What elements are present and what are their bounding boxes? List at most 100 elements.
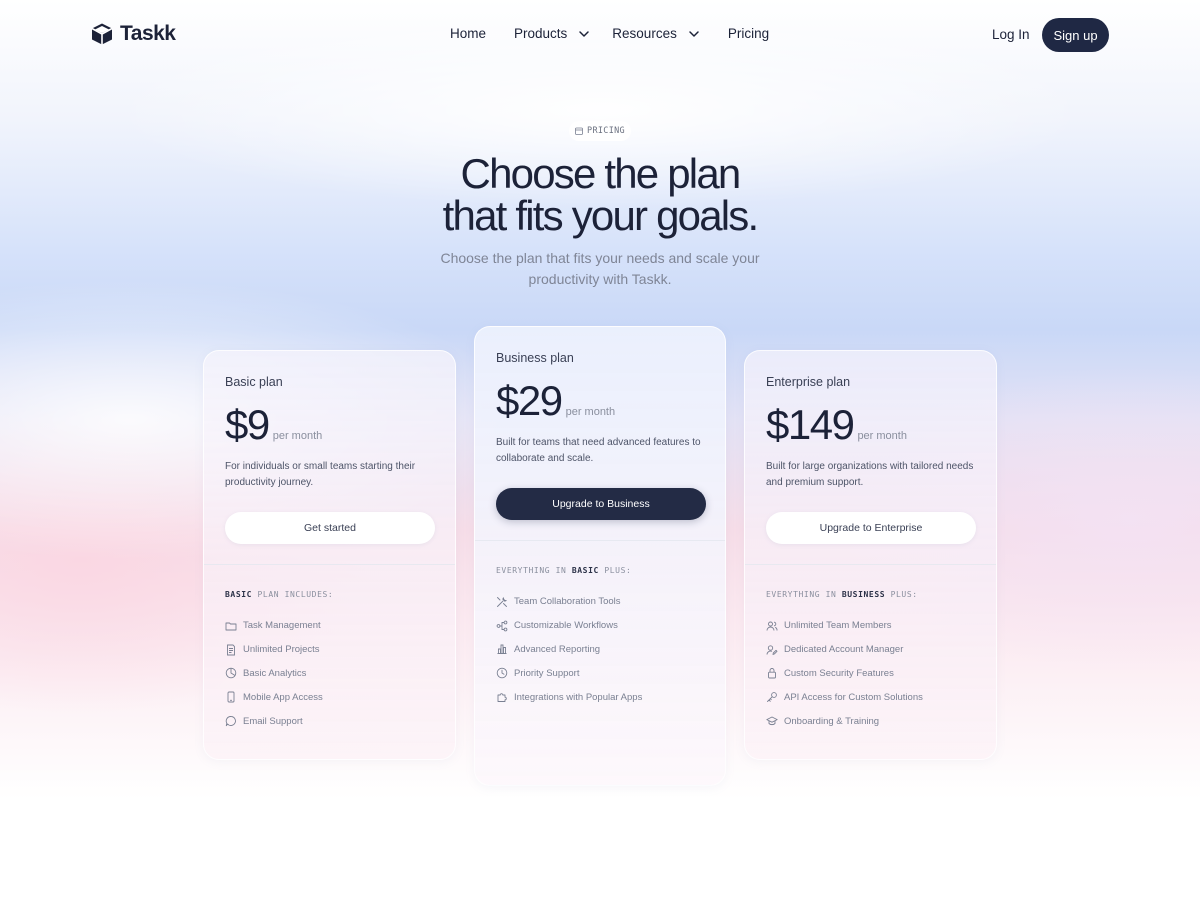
feature-label: Custom Security Features — [784, 667, 894, 679]
includes-label: BASIC PLAN INCLUDES: — [225, 590, 333, 599]
feature-label: Email Support — [243, 715, 303, 727]
pricing-card-business: Business plan $29 per month Built for te… — [474, 326, 726, 786]
feature-label: API Access for Custom Solutions — [784, 691, 923, 703]
nav-link-resources[interactable]: Resources — [612, 26, 700, 41]
pie-chart-icon — [225, 668, 237, 679]
feature-label: Basic Analytics — [243, 667, 307, 679]
user-edit-icon — [766, 645, 778, 655]
users-icon — [766, 621, 778, 631]
chevron-down-icon — [579, 30, 590, 37]
includes-plan: BUSINESS — [841, 590, 886, 599]
logo-text: Taskk — [120, 22, 176, 45]
feature-label: Priority Support — [514, 667, 580, 679]
page-title-line-1: Choose the plan — [460, 150, 742, 197]
calendar-icon — [575, 127, 583, 135]
plan-name: Business plan — [496, 351, 574, 365]
includes-suffix: PLUS: — [885, 590, 918, 599]
plan-name: Basic plan — [225, 375, 283, 389]
includes-prefix: EVERYTHING IN — [496, 566, 572, 575]
upgrade-to-business-button[interactable]: Upgrade to Business — [496, 488, 706, 520]
list-item: Dedicated Account Manager — [766, 638, 923, 662]
clock-icon — [496, 668, 508, 679]
cube-logo-icon — [91, 23, 113, 45]
list-item: Email Support — [225, 709, 323, 733]
feature-label: Task Management — [243, 620, 321, 632]
feature-label: Advanced Reporting — [514, 643, 601, 655]
list-item: Custom Security Features — [766, 662, 923, 686]
plan-price: $29 per month — [496, 377, 615, 425]
logo[interactable]: Taskk — [90, 22, 176, 46]
feature-label: Unlimited Team Members — [784, 620, 892, 632]
list-item: Onboarding & Training — [766, 709, 923, 733]
includes-suffix: PLAN INCLUDES: — [252, 590, 334, 599]
list-item: Unlimited Team Members — [766, 614, 923, 638]
feature-list: Task Management Unlimited Projects Basic… — [225, 614, 323, 733]
feature-label: Mobile App Access — [243, 691, 323, 703]
list-item: Team Collaboration Tools — [496, 590, 642, 614]
nav-link-home[interactable]: Home — [450, 26, 486, 41]
tools-icon — [497, 596, 507, 607]
nav-link-resources-label: Resources — [612, 26, 677, 41]
list-item: Basic Analytics — [225, 662, 323, 686]
price-period: per month — [857, 430, 907, 442]
feature-label: Integrations with Popular Apps — [514, 691, 643, 703]
includes-prefix: EVERYTHING IN — [766, 590, 842, 599]
plan-name: Enterprise plan — [766, 375, 851, 389]
price-amount: $29 — [496, 377, 563, 424]
includes-suffix: PLUS: — [598, 566, 632, 575]
feature-label: Unlimited Projects — [243, 644, 320, 656]
chevron-down-icon — [689, 30, 699, 37]
plan-price: $149 per month — [766, 401, 907, 449]
nav-link-products[interactable]: Products — [514, 26, 590, 41]
chat-icon — [225, 716, 236, 727]
includes-label: EVERYTHING IN BUSINESS PLUS: — [766, 590, 918, 599]
page-title: Choose the plan that fits your goals. — [0, 153, 1200, 237]
list-item: Task Management — [225, 614, 323, 638]
list-item: API Access for Custom Solutions — [766, 685, 923, 709]
upgrade-to-enterprise-button[interactable]: Upgrade to Enterprise — [766, 512, 976, 544]
card-divider — [745, 564, 996, 565]
nav-link-products-label: Products — [514, 26, 568, 41]
folder-icon — [225, 622, 237, 631]
plan-description: Built for large organizations with tailo… — [766, 461, 974, 488]
includes-plan: BASIC — [225, 590, 253, 599]
lock-icon — [768, 668, 776, 679]
pricing-badge-label: PRICING — [587, 126, 625, 136]
bar-chart-icon — [497, 645, 507, 655]
price-period: per month — [272, 430, 323, 442]
nav-link-pricing[interactable]: Pricing — [728, 26, 769, 41]
plan-description: Built for teams that need advanced featu… — [496, 437, 701, 464]
signup-button[interactable]: Sign up — [1042, 18, 1109, 52]
page-title-line-2: that fits your goals. — [442, 192, 760, 239]
price-amount: $149 — [766, 401, 855, 448]
feature-list: Unlimited Team Members Dedicated Account… — [766, 614, 923, 733]
list-item: Integrations with Popular Apps — [496, 685, 642, 709]
feature-list: Team Collaboration Tools Customizable Wo… — [496, 590, 642, 709]
feature-label: Team Collaboration Tools — [514, 596, 621, 608]
card-divider — [475, 540, 725, 541]
plan-price: $9 per month — [225, 401, 322, 449]
includes-label: EVERYTHING IN BASIC PLUS: — [496, 566, 631, 575]
list-item: Priority Support — [496, 661, 642, 685]
key-icon — [767, 692, 777, 703]
list-item: Advanced Reporting — [496, 638, 642, 662]
nav-links: Home Products Resources Pricing — [450, 26, 769, 41]
plan-description: For individuals or small teams starting … — [225, 461, 416, 488]
document-icon — [227, 644, 235, 656]
workflow-icon — [496, 620, 508, 632]
pricing-card-enterprise: Enterprise plan $149 per month Built for… — [744, 350, 997, 760]
pricing-badge: PRICING — [569, 121, 631, 141]
phone-icon — [227, 691, 235, 703]
get-started-button[interactable]: Get started — [225, 512, 435, 544]
price-amount: $9 — [225, 401, 270, 448]
list-item: Unlimited Projects — [225, 638, 323, 662]
list-item: Customizable Workflows — [496, 614, 642, 638]
puzzle-icon — [497, 693, 507, 703]
feature-label: Customizable Workflows — [514, 620, 618, 632]
includes-plan: BASIC — [571, 566, 599, 575]
feature-label: Onboarding & Training — [784, 715, 880, 727]
card-divider — [204, 564, 455, 565]
login-link[interactable]: Log In — [992, 27, 1030, 42]
price-period: per month — [565, 406, 616, 418]
feature-label: Dedicated Account Manager — [784, 644, 904, 656]
